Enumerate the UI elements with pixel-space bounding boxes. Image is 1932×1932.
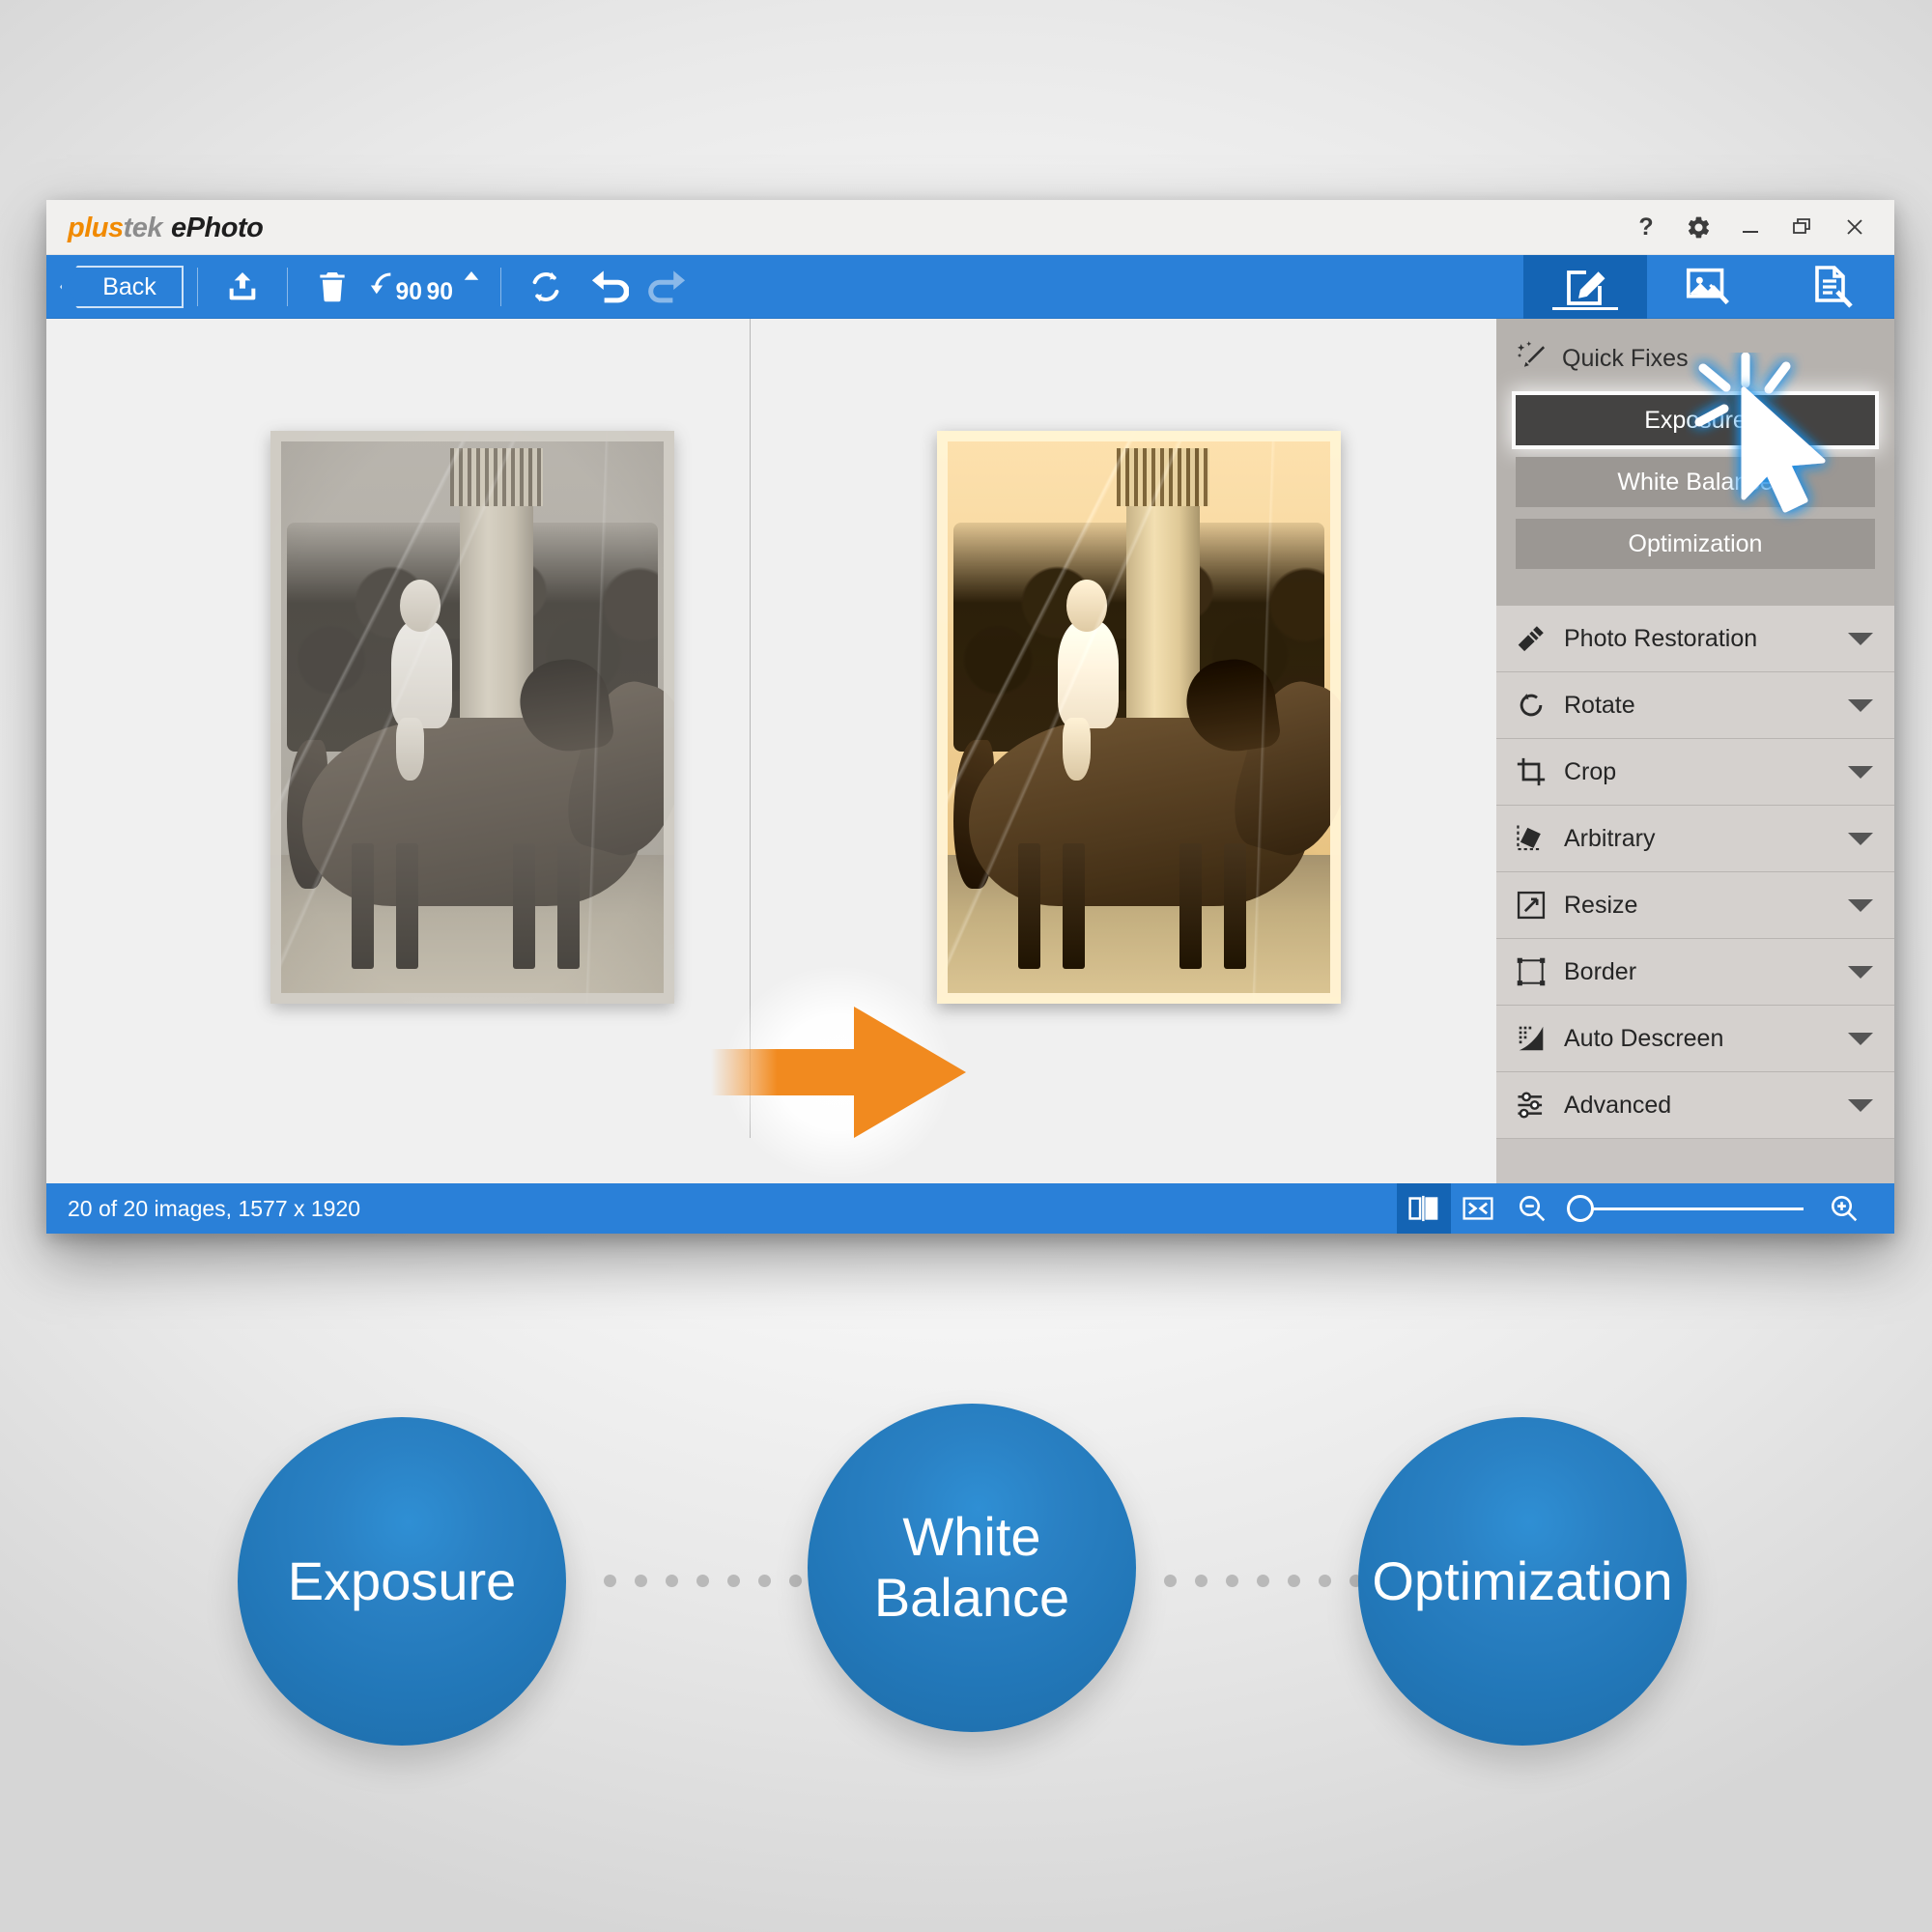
accordion-item-crop[interactable]: Crop [1496, 739, 1894, 806]
fit-window-icon[interactable] [1451, 1183, 1505, 1234]
svg-text:90: 90 [395, 279, 421, 305]
undo-icon[interactable] [577, 262, 639, 312]
toolbar-separator [197, 268, 198, 306]
application-window: plustek ePhoto ? Back 90 90 Quick Fixes … [46, 200, 1894, 1234]
transform-arrow-icon [711, 995, 972, 1150]
chevron-down-icon[interactable] [1846, 1098, 1875, 1112]
logo-tek: tek [123, 213, 163, 243]
step-circle-label: White Balance [873, 1506, 1070, 1628]
help-icon[interactable]: ? [1620, 200, 1672, 254]
tab-photo-enhance[interactable] [1647, 255, 1771, 319]
image-canvas[interactable]: Before After [46, 319, 1496, 1183]
split-view-icon[interactable] [1397, 1183, 1451, 1234]
quick-fixes-title: Quick Fixes [1562, 345, 1689, 372]
quick-fix-exposure-button[interactable]: Exposure [1516, 395, 1875, 445]
step-circle-exposure[interactable]: Exposure [238, 1417, 566, 1746]
accordion-item-rotate[interactable]: Rotate [1496, 672, 1894, 739]
window-controls: ? [1620, 200, 1881, 254]
magic-wand-icon [1516, 340, 1548, 378]
step-circle-white-balance[interactable]: White Balance [808, 1404, 1136, 1732]
flip-icon[interactable] [515, 262, 577, 312]
chevron-down-icon[interactable] [1846, 832, 1875, 845]
tab-edit[interactable] [1523, 255, 1647, 319]
before-photo-image [270, 431, 674, 1004]
photo-paper-border [937, 431, 1341, 1004]
after-photo[interactable] [937, 431, 1341, 1004]
rotate-left-90-icon[interactable]: 90 [363, 262, 425, 312]
accordion-item-auto-descreen[interactable]: Auto Descreen [1496, 1006, 1894, 1072]
panel-tabs [1523, 255, 1894, 319]
status-text: 20 of 20 images, 1577 x 1920 [68, 1195, 361, 1221]
rotate-icon [1516, 690, 1558, 721]
rotate-right-90-icon[interactable]: 90 [425, 262, 487, 312]
status-bar: 20 of 20 images, 1577 x 1920 [46, 1183, 1894, 1234]
accordion-item-resize[interactable]: Resize [1496, 872, 1894, 939]
step-circle-optimization[interactable]: Optimization [1358, 1417, 1687, 1746]
quick-fix-optimization-button[interactable]: Optimization [1516, 519, 1875, 569]
accordion-item-advanced[interactable]: Advanced [1496, 1072, 1894, 1139]
arbitrary-rotate-icon [1516, 823, 1558, 854]
close-icon[interactable] [1829, 200, 1881, 254]
right-panel: Quick Fixes Exposure White Balance Optim… [1496, 319, 1894, 1183]
zoom-slider-handle[interactable] [1567, 1195, 1594, 1222]
application-body: Before After Quick Fixes [46, 319, 1894, 1183]
tab-document-enhance[interactable] [1771, 255, 1894, 319]
accordion-label: Arbitrary [1564, 824, 1656, 852]
svg-text:?: ? [1638, 214, 1653, 240]
back-button-label: Back [102, 272, 156, 300]
resize-icon [1516, 890, 1558, 921]
accordion-label: Border [1564, 957, 1637, 985]
main-toolbar: Back 90 90 [46, 255, 1894, 319]
descreen-icon [1516, 1023, 1558, 1054]
zoom-slider[interactable] [1565, 1183, 1811, 1234]
quick-fixes-section: Quick Fixes Exposure White Balance Optim… [1496, 319, 1894, 606]
accordion-item-arbitrary[interactable]: Arbitrary [1496, 806, 1894, 872]
quick-fixes-header: Quick Fixes [1516, 340, 1875, 378]
border-icon [1516, 956, 1558, 987]
chevron-down-icon[interactable] [1846, 965, 1875, 979]
sliders-icon [1516, 1090, 1558, 1121]
logo-plus: plus [68, 213, 124, 243]
tools-accordion: Photo Restoration Rotate Crop Arbitrary … [1496, 606, 1894, 1139]
chevron-down-icon[interactable] [1846, 698, 1875, 712]
accordion-item-border[interactable]: Border [1496, 939, 1894, 1006]
process-steps: Exposure White Balance Optimization [0, 1377, 1932, 1802]
app-logo: plustek ePhoto [68, 213, 264, 244]
toolbar-separator [500, 268, 501, 306]
zoom-out-icon[interactable] [1505, 1183, 1559, 1234]
logo-app-name: ePhoto [171, 213, 264, 243]
svg-text:90: 90 [426, 279, 453, 305]
accordion-item-photo-restoration[interactable]: Photo Restoration [1496, 606, 1894, 672]
accordion-label: Resize [1564, 891, 1638, 919]
accordion-label: Photo Restoration [1564, 624, 1758, 652]
accordion-label: Advanced [1564, 1091, 1672, 1119]
crop-icon [1516, 756, 1558, 787]
accordion-label: Rotate [1564, 691, 1635, 719]
trash-icon[interactable] [301, 262, 363, 312]
restore-icon[interactable] [1776, 200, 1829, 254]
restoration-brush-icon [1516, 623, 1558, 654]
toolbar-separator [287, 268, 288, 306]
chevron-down-icon[interactable] [1846, 765, 1875, 779]
minimize-icon[interactable] [1724, 200, 1776, 254]
chevron-down-icon[interactable] [1846, 632, 1875, 645]
photo-paper-border [270, 431, 674, 1004]
step-connector-dots [604, 1575, 833, 1587]
redo-icon[interactable] [639, 262, 700, 312]
chevron-down-icon[interactable] [1846, 898, 1875, 912]
accordion-label: Auto Descreen [1564, 1024, 1724, 1052]
quick-fix-white-balance-button[interactable]: White Balance [1516, 457, 1875, 507]
zoom-in-icon[interactable] [1817, 1183, 1871, 1234]
zoom-slider-track [1573, 1207, 1804, 1210]
accordion-label: Crop [1564, 757, 1617, 785]
back-button[interactable]: Back [60, 266, 184, 308]
before-photo[interactable] [270, 431, 674, 1004]
chevron-down-icon[interactable] [1846, 1032, 1875, 1045]
after-photo-image [937, 431, 1341, 1004]
gear-icon[interactable] [1672, 200, 1724, 254]
title-bar: plustek ePhoto ? [46, 200, 1894, 255]
upload-icon[interactable] [212, 262, 273, 312]
zoom-tools [1397, 1183, 1871, 1234]
